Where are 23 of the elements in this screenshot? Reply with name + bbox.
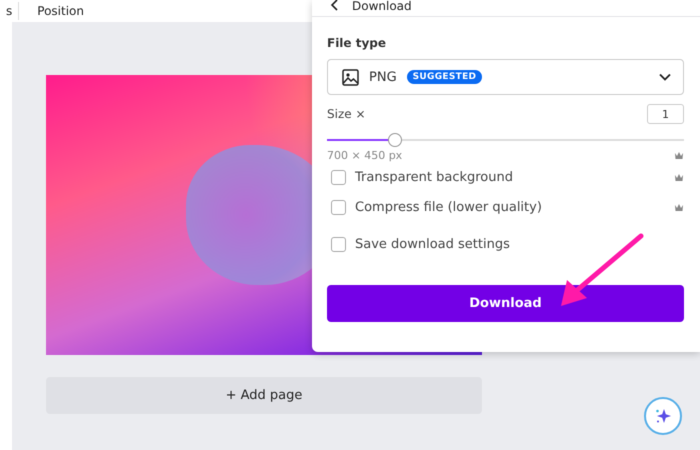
option-label: Transparent background (355, 170, 513, 184)
slider-thumb[interactable] (388, 133, 402, 147)
option-label: Compress file (lower quality) (355, 200, 542, 214)
panel-title: Download (352, 0, 412, 12)
checkbox[interactable] (331, 236, 346, 252)
toolbar-item[interactable]: Position (19, 4, 90, 18)
chevron-down-icon (659, 73, 671, 81)
download-button[interactable]: Download (327, 285, 684, 322)
toolbar-item[interactable]: s (0, 4, 18, 18)
sparkle-icon (654, 407, 672, 425)
dimensions-text: 700 × 450 px (327, 149, 402, 162)
checkbox[interactable] (331, 200, 346, 214)
option-label: Save download settings (355, 236, 510, 252)
checkbox[interactable] (331, 170, 346, 184)
suggested-badge: SUGGESTED (406, 70, 482, 84)
size-slider[interactable] (327, 133, 684, 147)
file-type-label: File type (327, 36, 388, 50)
back-icon[interactable] (330, 0, 338, 11)
size-input[interactable]: 1 (647, 104, 684, 124)
file-type-dropdown[interactable]: PNG SUGGESTED (327, 59, 684, 95)
size-label: Size × (327, 107, 366, 121)
image-icon (342, 68, 359, 86)
add-page-button[interactable]: + Add page (46, 377, 482, 414)
